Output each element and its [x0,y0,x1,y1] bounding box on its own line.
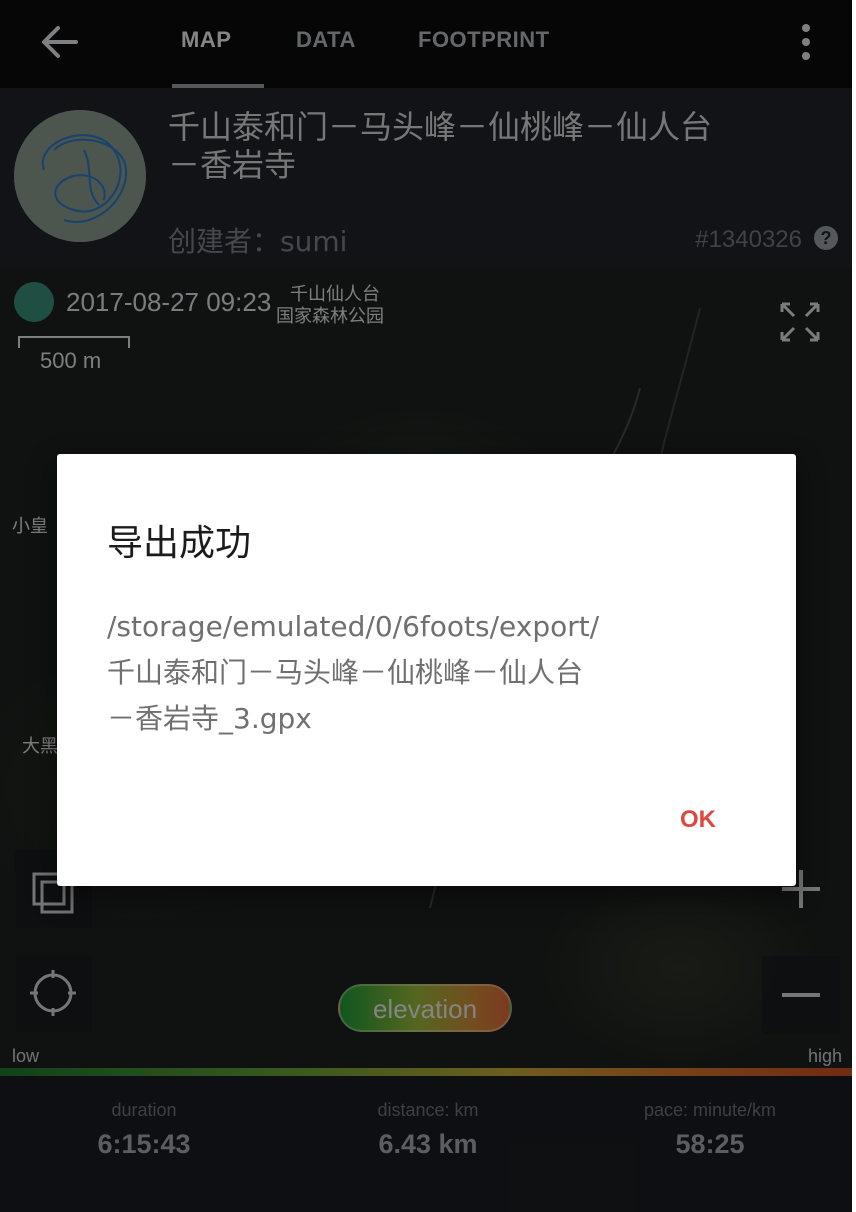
dialog-message: /storage/emulated/0/6foots/export/ 千山泰和门… [107,604,747,742]
dialog-title: 导出成功 [107,523,252,564]
export-success-dialog: 导出成功 /storage/emulated/0/6foots/export/ … [57,454,796,886]
ok-button[interactable]: OK [680,806,716,834]
dialog-message-line: /storage/emulated/0/6foots/export/ [107,610,600,643]
screen-border [852,0,856,1212]
dialog-message-line: －香岩寺_3.gpx [107,702,312,735]
dialog-message-line: 千山泰和门－马头峰－仙桃峰－仙人台 [107,656,584,689]
app-frame: MAP DATA FOOTPRINT 千山泰和门－马头峰－仙桃峰－仙人台－香岩寺… [0,0,852,1212]
